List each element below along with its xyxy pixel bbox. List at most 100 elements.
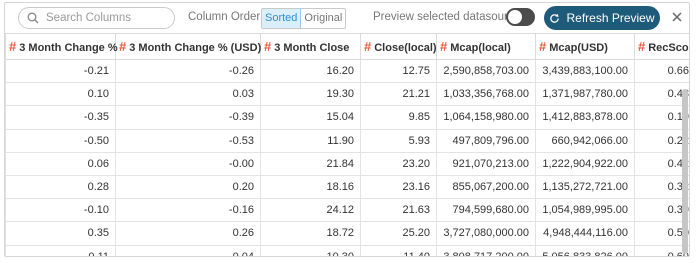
table-cell: 24.12 — [260, 198, 361, 223]
table-cell: 1,135,272,721.00 — [535, 174, 635, 200]
column-header[interactable]: #3 Month Change % (USD) — [115, 33, 262, 60]
column-header[interactable]: # Close(local) — [360, 33, 437, 60]
hash-icon: # — [539, 39, 547, 54]
table-row: -0.50 -0.53 11.90 5.93 497,809,796.00 660,942… — [5, 128, 689, 153]
table-cell: 18.16 — [260, 174, 361, 200]
table-cell: 0.20 — [115, 174, 261, 200]
table-cell: -0.35 — [5, 105, 116, 130]
table-cell: 1,054,989,995.00 — [535, 198, 635, 223]
table-cell: 0.28 — [5, 174, 116, 200]
column-header[interactable]: #3 Month Close — [260, 33, 361, 60]
table-cell: -0.16 — [115, 198, 261, 223]
table-cell: 12.75 — [360, 58, 437, 84]
column-header-label: Close(local) — [374, 42, 437, 54]
column-header[interactable]: # Mcap(local) — [436, 33, 536, 60]
table-cell: -0.00 — [115, 151, 261, 176]
table-cell: 0.35 — [5, 221, 116, 246]
scrollbar-thumb[interactable] — [682, 89, 688, 254]
refresh-icon — [550, 13, 560, 23]
hash-icon: # — [638, 39, 646, 54]
table-cell: 19.30 — [260, 82, 361, 107]
table-cell: 16.20 — [260, 58, 361, 84]
column-order-label: Column Order — [188, 11, 261, 23]
close-icon[interactable] — [670, 10, 684, 24]
table-cell: 3,439,883,100.00 — [535, 58, 635, 84]
table-cell: 794,599,680.00 — [436, 198, 536, 223]
original-option[interactable]: Original — [301, 9, 345, 28]
table-row: -0.35 -0.39 15.04 9.85 1,064,158,980.00 1,412… — [5, 105, 689, 130]
table-row: -0.10 -0.16 24.12 21.63 794,599,680.00 1,054,… — [5, 198, 689, 223]
table-cell: 9.85 — [360, 105, 437, 130]
table-cell: -0.21 — [5, 58, 116, 84]
table-cell: 23.16 — [360, 174, 437, 200]
search-icon — [27, 12, 39, 24]
table-cell: -0.10 — [5, 198, 116, 223]
preview-datasource-label: Preview selected datasource — [373, 11, 521, 23]
table-cell: -0.39 — [115, 105, 261, 130]
table-row: 0.28 0.20 18.16 23.16 855,067,200.00 1,135,27… — [5, 174, 689, 200]
column-header-label: RecScore — [648, 42, 689, 54]
column-header[interactable]: # Mcap(USD) — [535, 33, 635, 60]
table-cell: 497,809,796.00 — [436, 128, 536, 153]
table-cell: 1,064,158,980.00 — [436, 105, 536, 130]
table-cell: 2,590,858,703.00 — [436, 58, 536, 84]
column-header-label: Mcap(local) — [450, 42, 511, 54]
column-header-label: 3 Month Change % (USD) — [129, 42, 262, 54]
table-cell: -0.50 — [5, 128, 116, 153]
table-cell: 0.06 — [5, 151, 116, 176]
table-cell: 1,222,904,922.00 — [535, 151, 635, 176]
refresh-preview-button[interactable]: Refresh Preview — [544, 6, 660, 30]
table-cell: 1,033,356,768.00 — [436, 82, 536, 107]
table-cell: -0.53 — [115, 128, 261, 153]
table-cell: 5,056,833,826.00 — [535, 244, 635, 256]
hash-icon: # — [119, 39, 127, 54]
column-header-label: Mcap(USD) — [549, 42, 608, 54]
table-cell: -0.26 — [115, 58, 261, 84]
table-cell: 11.90 — [260, 128, 361, 153]
table-cell: 21.84 — [260, 151, 361, 176]
search-placeholder: Search Columns — [46, 12, 132, 24]
column-header[interactable]: #RecScore — [634, 33, 689, 60]
table-cell: 1,412,883,878.00 — [535, 105, 635, 130]
header-row: #3 Month Change % #3 Month Change % (USD)… — [5, 33, 689, 60]
table-cell: 660,942,066.00 — [535, 128, 635, 153]
table-cell: 0.26 — [115, 221, 261, 246]
toggle-knob — [508, 10, 522, 24]
table-cell: 21.21 — [360, 82, 437, 107]
table-row: -0.21 -0.26 16.20 12.75 2,590,858,703.00 3,43… — [5, 58, 689, 84]
hash-icon: # — [440, 39, 448, 54]
table-cell: 3,808,717,200.00 — [436, 244, 536, 256]
preview-datasource-toggle[interactable] — [506, 8, 535, 26]
table-cell: 15.04 — [260, 105, 361, 130]
table-cell: 0.04 — [115, 244, 261, 256]
preview-table: #3 Month Change % #3 Month Change % (USD)… — [5, 33, 689, 256]
table-cell: 921,070,213.00 — [436, 151, 536, 176]
table-cell: 18.72 — [260, 221, 361, 246]
hash-icon: # — [264, 39, 272, 54]
table-cell: 0.03 — [115, 82, 261, 107]
vertical-scrollbar[interactable] — [680, 89, 689, 256]
table-cell: 21.63 — [360, 198, 437, 223]
column-header[interactable]: #3 Month Change % — [5, 33, 118, 60]
table-cell: 0.10 — [5, 82, 116, 107]
search-input[interactable]: Search Columns — [18, 7, 175, 29]
table-row: 0.11 0.04 10.30 11.40 3,808,717,200.00 5,056,… — [5, 244, 689, 256]
table-cell: 0.66 — [634, 58, 689, 84]
table-row: 0.10 0.03 19.30 21.21 1,033,356,768.00 1,371,… — [5, 82, 689, 107]
table-cell: 25.20 — [360, 221, 437, 246]
hash-icon: # — [364, 39, 372, 54]
column-order-toggle: Sorted Original — [261, 8, 347, 29]
table-cell: 23.20 — [360, 151, 437, 176]
table-cell: 855,067,200.00 — [436, 174, 536, 200]
column-header-label: 3 Month Close — [274, 42, 350, 54]
sorted-option[interactable]: Sorted — [262, 9, 302, 28]
table-cell: 11.40 — [360, 244, 437, 256]
table-cell: 4,948,444,116.00 — [535, 221, 635, 246]
table-cell: 0.11 — [5, 244, 116, 256]
hash-icon: # — [9, 39, 17, 54]
toolbar: Search Columns Column Order Sorted Origi… — [5, 3, 689, 33]
preview-panel: Search Columns Column Order Sorted Origi… — [4, 2, 690, 257]
column-header-label: 3 Month Change % — [19, 42, 118, 54]
table-row: 0.06 -0.00 21.84 23.20 921,070,213.00 1,222,9… — [5, 151, 689, 176]
table-cell: 5.93 — [360, 128, 437, 153]
